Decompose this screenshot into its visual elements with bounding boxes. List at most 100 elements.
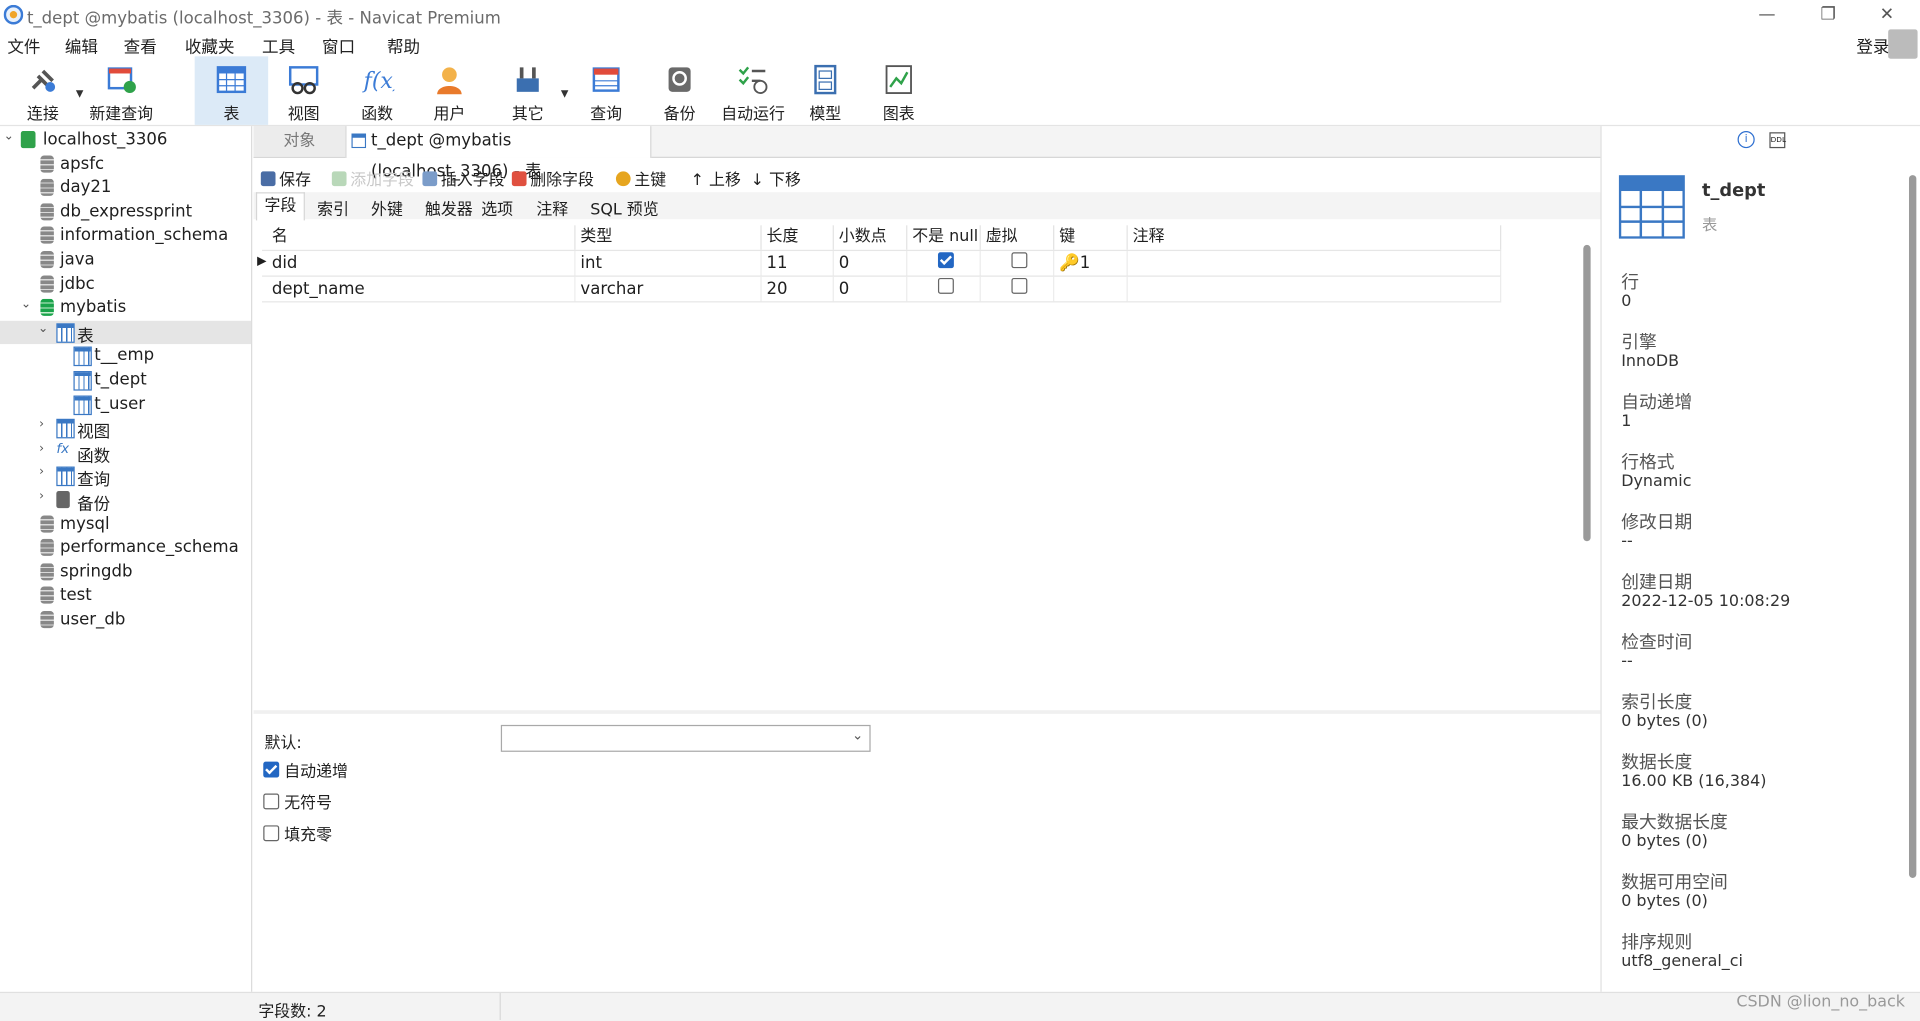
chevron-right-icon[interactable]: › — [39, 418, 44, 431]
info-scrollbar[interactable] — [1908, 175, 1917, 878]
cell-key[interactable]: 🔑1 — [1054, 251, 1128, 276]
save-button[interactable]: 保存 — [260, 167, 311, 190]
col-decimals[interactable]: 小数点 — [834, 225, 908, 250]
cell-not-null[interactable] — [907, 276, 981, 302]
col-name[interactable]: 名 — [267, 225, 576, 250]
cell-decimals[interactable]: 0 — [834, 276, 908, 302]
login-link[interactable]: 登录 — [1856, 33, 1889, 58]
tree-db[interactable]: jdbc — [0, 273, 251, 296]
subtab-comment[interactable]: 注释 — [536, 196, 568, 219]
subtab-triggers[interactable]: 触发器 — [425, 196, 473, 219]
tree-db[interactable]: springdb — [0, 561, 251, 584]
virtual-checkbox[interactable] — [1011, 277, 1028, 294]
info-icon[interactable]: i — [1737, 131, 1755, 149]
menu-view[interactable]: 查看 — [124, 33, 157, 58]
tree-db[interactable]: apsfc — [0, 153, 251, 176]
subtab-sql-preview[interactable]: SQL 预览 — [590, 196, 658, 219]
tree-table[interactable]: t_user — [0, 393, 251, 416]
chevron-down-icon[interactable]: ⌄ — [38, 322, 48, 335]
function-button[interactable]: f(x) 函数 — [342, 56, 413, 125]
col-type[interactable]: 类型 — [576, 225, 762, 250]
menu-favorites[interactable]: 收藏夹 — [185, 33, 235, 58]
tree-db[interactable]: information_schema — [0, 225, 251, 248]
cell-comment[interactable] — [1128, 276, 1502, 302]
menu-tools[interactable]: 工具 — [262, 33, 295, 58]
cell-length[interactable]: 20 — [762, 276, 834, 302]
tree-connection[interactable]: ⌄ localhost_3306 — [0, 129, 251, 152]
restore-button[interactable]: ❐ — [1800, 0, 1856, 29]
zerofill-option[interactable]: 填充零 — [263, 822, 332, 845]
tree-db[interactable]: day21 — [0, 177, 251, 200]
zerofill-checkbox[interactable] — [263, 825, 280, 842]
tree-db[interactable]: mysql — [0, 513, 251, 536]
view-button[interactable]: 视图 — [268, 56, 339, 125]
chevron-right-icon[interactable]: › — [39, 466, 44, 479]
chevron-down-icon[interactable]: ⌄ — [21, 298, 31, 311]
unsigned-checkbox[interactable] — [263, 793, 280, 810]
connect-button[interactable]: 连接 — [6, 56, 79, 125]
menu-file[interactable]: 文件 — [7, 33, 40, 58]
col-not-null[interactable]: 不是 null — [907, 225, 981, 250]
virtual-checkbox[interactable] — [1011, 252, 1028, 269]
user-button[interactable]: 用户 — [414, 56, 485, 125]
model-button[interactable]: 模型 — [790, 56, 861, 125]
menu-help[interactable]: 帮助 — [387, 33, 420, 58]
subtab-indexes[interactable]: 索引 — [317, 196, 349, 219]
cell-name[interactable]: dept_name — [267, 276, 576, 302]
auto-run-button[interactable]: 自动运行 — [718, 56, 789, 125]
cell-comment[interactable] — [1128, 251, 1502, 276]
tree-db[interactable]: user_db — [0, 609, 251, 632]
chevron-right-icon[interactable]: › — [39, 442, 44, 455]
subtab-foreign-keys[interactable]: 外键 — [371, 196, 403, 219]
tree-group[interactable]: › 视图 — [0, 417, 251, 442]
subtab-fields[interactable]: 字段 — [255, 192, 305, 221]
query-button[interactable]: 查询 — [571, 56, 642, 125]
cell-length[interactable]: 11 — [762, 251, 834, 276]
cell-type[interactable]: int — [576, 251, 762, 276]
cell-virtual[interactable] — [981, 251, 1055, 276]
not-null-checkbox[interactable] — [937, 252, 954, 269]
unsigned-option[interactable]: 无符号 — [263, 790, 332, 813]
col-comment[interactable]: 注释 — [1128, 225, 1502, 250]
insert-field-button[interactable]: 插入字段 — [422, 167, 505, 190]
tree-db[interactable]: db_expressprint — [0, 201, 251, 224]
table-button[interactable]: 表 — [194, 56, 269, 125]
minimize-button[interactable]: — — [1739, 0, 1795, 29]
cell-type[interactable]: varchar — [576, 276, 762, 302]
menu-window[interactable]: 窗口 — [322, 33, 355, 58]
not-null-checkbox[interactable] — [937, 277, 954, 294]
tree-table[interactable]: t__emp — [0, 345, 251, 368]
default-value-select[interactable]: ⌄ — [500, 724, 871, 752]
cell-key[interactable] — [1054, 276, 1128, 302]
close-button[interactable]: ✕ — [1859, 0, 1915, 29]
tab-objects[interactable]: 对象 — [253, 126, 346, 157]
auto-increment-option[interactable]: 自动递增 — [263, 758, 348, 781]
move-down-button[interactable]: ↓ 下移 — [751, 167, 801, 189]
tree-table[interactable]: t_dept — [0, 369, 251, 392]
tree-db[interactable]: test — [0, 585, 251, 608]
col-key[interactable]: 键 — [1054, 225, 1128, 250]
chart-button[interactable]: 图表 — [863, 56, 934, 125]
connect-dropdown-icon[interactable]: ▼ — [76, 88, 84, 99]
tree-group[interactable]: › 备份 — [0, 489, 251, 514]
menu-edit[interactable]: 编辑 — [65, 33, 98, 58]
tree-db[interactable]: java — [0, 249, 251, 272]
tree-group[interactable]: › 查询 — [0, 465, 251, 490]
cell-decimals[interactable]: 0 — [834, 251, 908, 276]
col-length[interactable]: 长度 — [762, 225, 834, 250]
delete-field-button[interactable]: 删除字段 — [511, 167, 594, 190]
tree-db-open[interactable]: ⌄ mybatis — [0, 297, 251, 320]
grid-scrollbar[interactable] — [1583, 244, 1591, 542]
new-query-button[interactable]: 新建查询 — [86, 56, 157, 125]
chevron-down-icon[interactable]: ⌄ — [4, 130, 14, 143]
chevron-right-icon[interactable]: › — [39, 490, 44, 503]
tree-tables-node[interactable]: ⌄ 表 — [0, 320, 252, 346]
tree-group[interactable]: › fx 函数 — [0, 441, 251, 467]
tab-table-design[interactable]: t_dept @mybatis (localhost_3306) - 表 — [345, 126, 652, 181]
tree-db[interactable]: performance_schema — [0, 537, 251, 560]
auto-increment-checkbox[interactable] — [263, 761, 280, 778]
move-up-button[interactable]: ↑ 上移 — [691, 167, 741, 189]
pane-splitter[interactable] — [253, 710, 1601, 714]
col-virtual[interactable]: 虚拟 — [981, 225, 1055, 250]
subtab-options[interactable]: 选项 — [481, 196, 513, 219]
